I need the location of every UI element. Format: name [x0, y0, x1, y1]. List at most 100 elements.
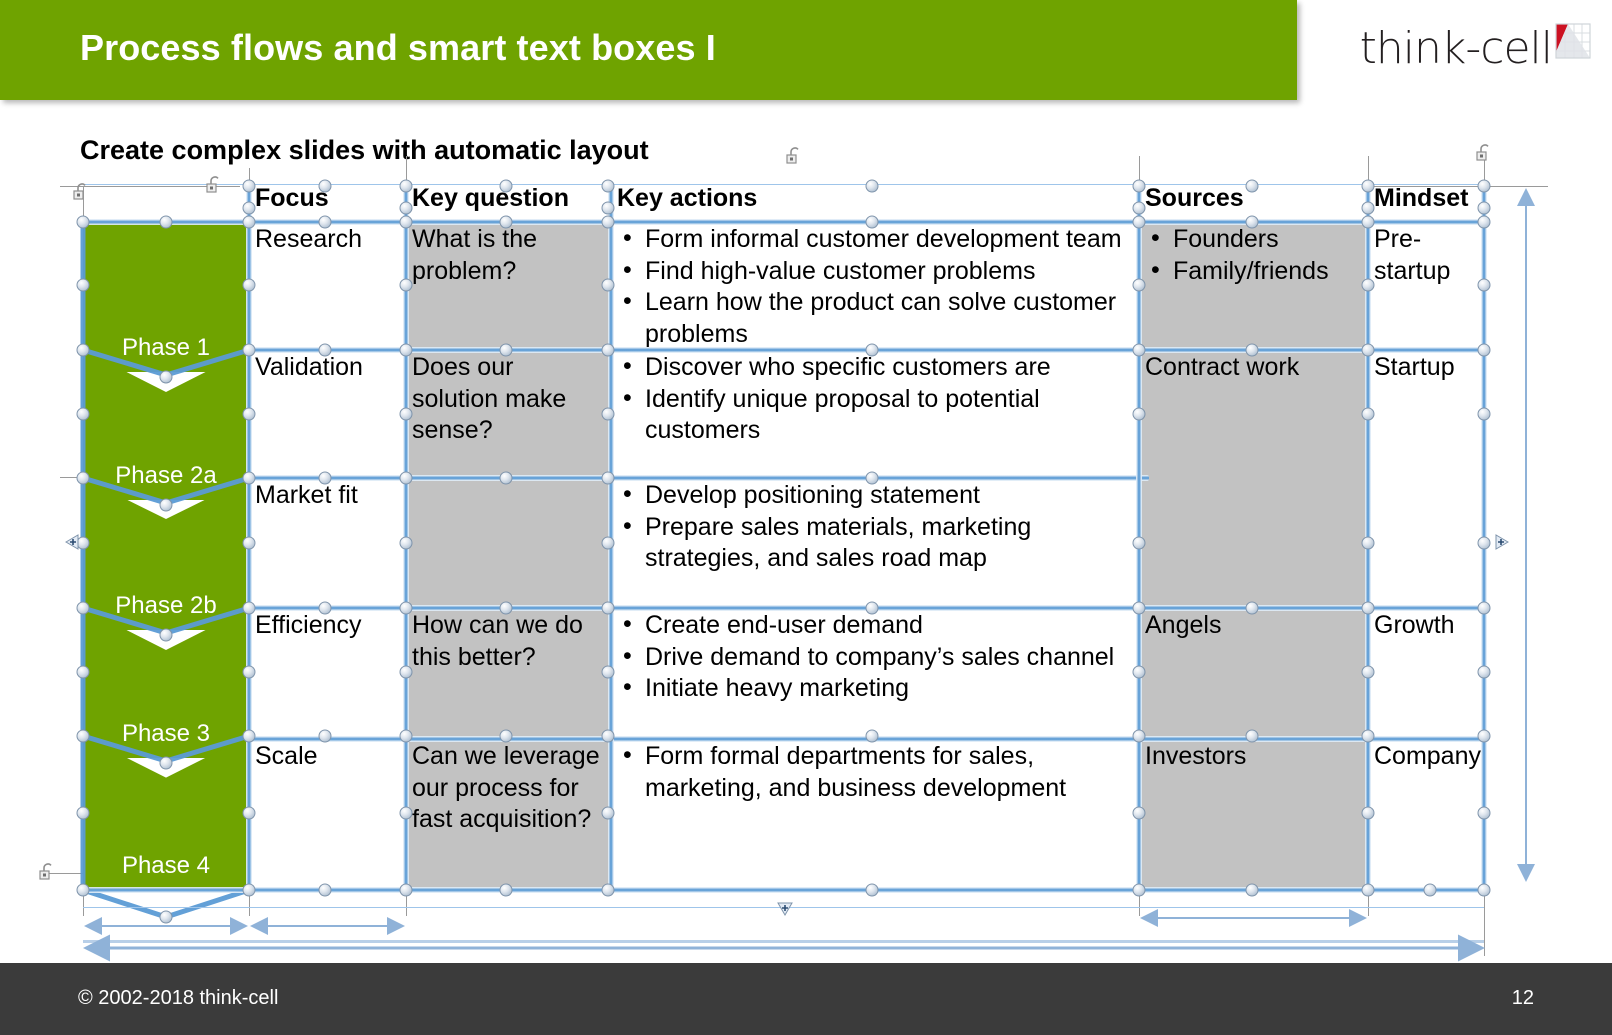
cell-focus[interactable]: Research: [249, 222, 406, 350]
selection-handle[interactable]: [1361, 201, 1375, 215]
cell-mindset[interactable]: [1368, 478, 1484, 608]
selection-handle[interactable]: [1477, 883, 1491, 897]
selection-handle[interactable]: [1132, 536, 1146, 550]
selection-handle[interactable]: [499, 729, 513, 743]
selection-handle[interactable]: [1361, 278, 1375, 292]
selection-handle[interactable]: [318, 601, 332, 615]
selection-handle[interactable]: [601, 471, 615, 485]
lock-icon[interactable]: [783, 146, 805, 168]
cell-focus[interactable]: Scale: [249, 739, 406, 890]
lock-icon[interactable]: [203, 175, 225, 197]
selection-handle[interactable]: [318, 471, 332, 485]
selection-handle[interactable]: [499, 179, 513, 193]
selection-handle[interactable]: [1132, 343, 1146, 357]
add-row-left-icon[interactable]: [64, 534, 82, 550]
cell-sources[interactable]: [1139, 478, 1368, 608]
selection-handle[interactable]: [76, 806, 90, 820]
selection-handle[interactable]: [159, 910, 173, 924]
selection-handle[interactable]: [499, 883, 513, 897]
selection-handle[interactable]: [499, 215, 513, 229]
selection-handle[interactable]: [1361, 343, 1375, 357]
selection-handle[interactable]: [76, 601, 90, 615]
selection-handle[interactable]: [1132, 215, 1146, 229]
selection-handle[interactable]: [159, 370, 173, 384]
lock-icon[interactable]: [70, 182, 92, 204]
selection-handle[interactable]: [1477, 729, 1491, 743]
selection-handle[interactable]: [1132, 601, 1146, 615]
selection-handle[interactable]: [1361, 665, 1375, 679]
selection-handle[interactable]: [1245, 215, 1259, 229]
selection-handle[interactable]: [399, 806, 413, 820]
selection-handle[interactable]: [242, 215, 256, 229]
selection-handle[interactable]: [1477, 601, 1491, 615]
cell-key-question[interactable]: What is the problem?: [406, 222, 611, 350]
add-column-bottom-icon[interactable]: [776, 900, 794, 916]
selection-handle[interactable]: [1245, 343, 1259, 357]
selection-handle[interactable]: [601, 536, 615, 550]
selection-handle[interactable]: [601, 343, 615, 357]
selection-handle[interactable]: [601, 278, 615, 292]
phase-shape[interactable]: Phase 1: [83, 222, 249, 372]
selection-handle[interactable]: [865, 883, 879, 897]
selection-handle[interactable]: [399, 343, 413, 357]
cell-key-actions[interactable]: Create end-user demand Drive demand to c…: [611, 608, 1139, 739]
selection-handle[interactable]: [242, 471, 256, 485]
selection-handle[interactable]: [159, 628, 173, 642]
selection-handle[interactable]: [76, 278, 90, 292]
selection-handle[interactable]: [601, 601, 615, 615]
selection-handle[interactable]: [1477, 806, 1491, 820]
selection-handle[interactable]: [1132, 883, 1146, 897]
selection-handle[interactable]: [76, 471, 90, 485]
selection-handle[interactable]: [159, 215, 173, 229]
cell-key-question[interactable]: [406, 478, 611, 608]
selection-handle[interactable]: [76, 729, 90, 743]
selection-handle[interactable]: [399, 201, 413, 215]
selection-handle[interactable]: [1132, 806, 1146, 820]
cell-key-actions[interactable]: Develop positioning statement Prepare sa…: [611, 478, 1139, 608]
selection-handle[interactable]: [242, 883, 256, 897]
selection-handle[interactable]: [499, 601, 513, 615]
selection-handle[interactable]: [242, 201, 256, 215]
selection-handle[interactable]: [865, 179, 879, 193]
cell-mindset[interactable]: Growth: [1368, 608, 1484, 739]
selection-handle[interactable]: [399, 179, 413, 193]
selection-handle[interactable]: [499, 471, 513, 485]
selection-handle[interactable]: [1477, 407, 1491, 421]
selection-handle[interactable]: [399, 601, 413, 615]
selection-handle[interactable]: [242, 601, 256, 615]
selection-handle[interactable]: [159, 498, 173, 512]
selection-handle[interactable]: [1361, 407, 1375, 421]
cell-key-actions[interactable]: Form informal customer development team …: [611, 222, 1139, 350]
selection-handle[interactable]: [1132, 407, 1146, 421]
selection-handle[interactable]: [1477, 179, 1491, 193]
selection-handle[interactable]: [1132, 179, 1146, 193]
selection-handle[interactable]: [159, 756, 173, 770]
selection-handle[interactable]: [1361, 215, 1375, 229]
cell-key-question[interactable]: Can we leverage our process for fast acq…: [406, 739, 611, 890]
cell-mindset[interactable]: Pre-startup: [1368, 222, 1484, 350]
selection-bar[interactable]: [249, 475, 1149, 481]
selection-handle[interactable]: [1132, 201, 1146, 215]
selection-handle[interactable]: [601, 883, 615, 897]
cell-key-actions[interactable]: Form formal departments for sales, marke…: [611, 739, 1139, 890]
cell-mindset[interactable]: Startup: [1368, 350, 1484, 478]
slide-canvas[interactable]: Phase 1 Phase 2a Phase 2b Phase 3 Phase …: [0, 0, 1612, 965]
selection-handle[interactable]: [499, 343, 513, 357]
cell-sources[interactable]: Angels: [1139, 608, 1368, 739]
selection-handle[interactable]: [1361, 601, 1375, 615]
selection-handle[interactable]: [1477, 665, 1491, 679]
selection-handle[interactable]: [399, 883, 413, 897]
selection-handle[interactable]: [242, 343, 256, 357]
selection-handle[interactable]: [601, 407, 615, 421]
selection-handle[interactable]: [76, 407, 90, 421]
selection-handle[interactable]: [1477, 215, 1491, 229]
selection-handle[interactable]: [399, 665, 413, 679]
selection-handle[interactable]: [242, 179, 256, 193]
phase-chevron-column[interactable]: Phase 1 Phase 2a Phase 2b Phase 3 Phase …: [83, 222, 249, 890]
selection-handle[interactable]: [318, 179, 332, 193]
selection-handle[interactable]: [865, 343, 879, 357]
selection-handle[interactable]: [1132, 729, 1146, 743]
selection-handle[interactable]: [1132, 665, 1146, 679]
selection-handle[interactable]: [242, 278, 256, 292]
selection-handle[interactable]: [1477, 278, 1491, 292]
